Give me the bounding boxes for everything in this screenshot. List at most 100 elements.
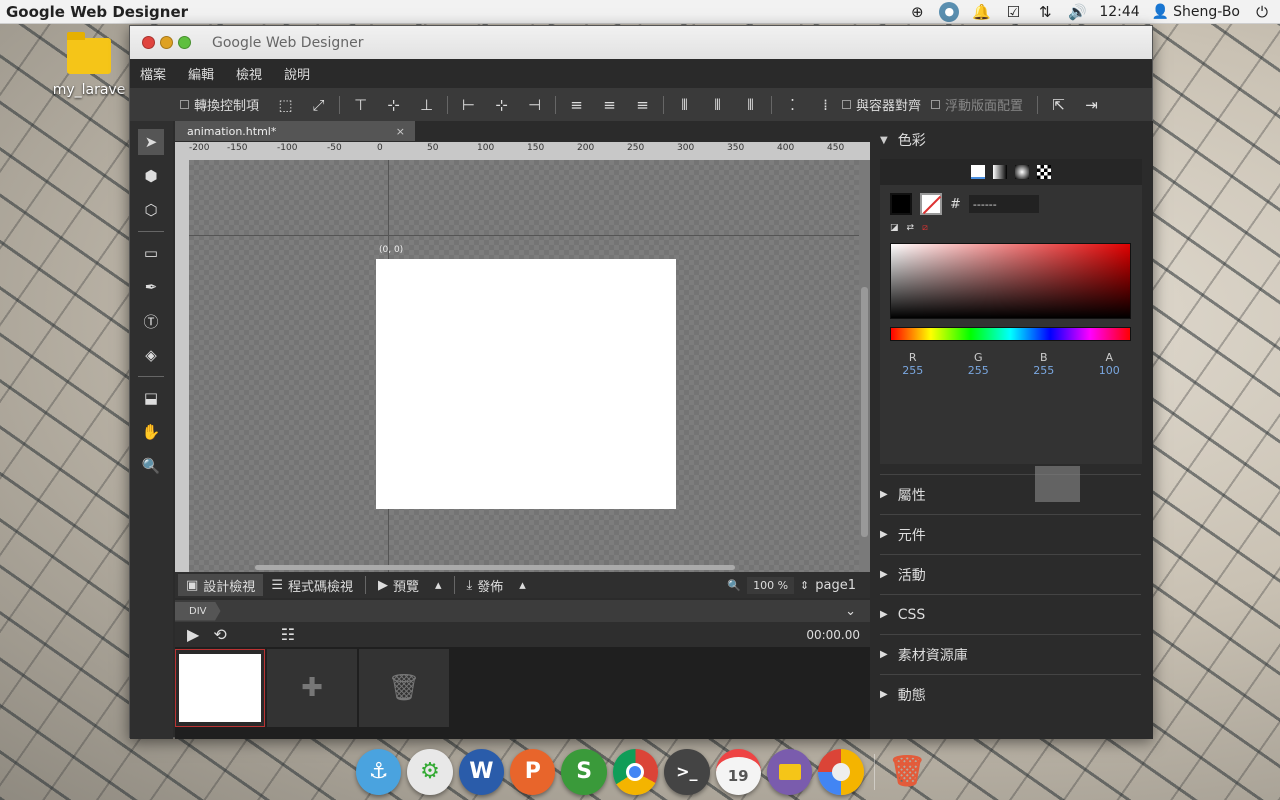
code-view-button[interactable]: ☰ 程式碼檢視: [263, 574, 361, 596]
align-top-icon[interactable]: ⊤: [344, 96, 377, 114]
section-css[interactable]: ▶ CSS: [880, 594, 1141, 634]
tag-tool-icon[interactable]: ▭: [138, 240, 164, 266]
power-icon[interactable]: ⏻: [1252, 2, 1272, 22]
section-properties[interactable]: ▶ 屬性: [880, 474, 1141, 514]
align-bottom-icon[interactable]: ⊥: [410, 96, 443, 114]
section-dynamic[interactable]: ▶ 動態: [880, 674, 1141, 714]
3d-translate-icon[interactable]: ⬓: [138, 385, 164, 411]
distribute-top-icon[interactable]: ≡: [560, 96, 593, 114]
chromium-icon[interactable]: [818, 748, 864, 795]
section-components[interactable]: ▶ 元件: [880, 514, 1141, 554]
play-icon[interactable]: ▶: [187, 625, 199, 644]
zoom-stepper-icon[interactable]: ⇕: [800, 579, 809, 592]
desktop-folder[interactable]: my_larave: [50, 32, 128, 98]
horizontal-scrollbar[interactable]: [255, 565, 735, 570]
distribute-center-icon[interactable]: ⫴: [701, 96, 734, 114]
distribute-h-icon[interactable]: ⁚: [776, 96, 809, 114]
float-layout-toggle[interactable]: 浮動版面配置: [931, 95, 1023, 114]
stroke-swatch[interactable]: [920, 193, 942, 215]
maximize-window-button[interactable]: [178, 36, 191, 49]
bell-icon[interactable]: 🔔: [971, 2, 991, 22]
settings-toggle-icon[interactable]: ⚙: [407, 748, 453, 795]
swap-colors-icon[interactable]: ⇄: [907, 223, 915, 233]
menu-file[interactable]: 檔案: [140, 64, 166, 83]
pen-tool-icon[interactable]: ✒: [138, 274, 164, 300]
zoom-input[interactable]: 100 %: [747, 576, 795, 594]
align-left-icon[interactable]: ⊢: [452, 96, 485, 114]
terminal-icon[interactable]: >_: [664, 748, 710, 795]
publish-button[interactable]: ⤓ 發佈: [459, 574, 512, 596]
distribute-right-icon[interactable]: ⫴: [734, 96, 767, 114]
delete-page-icon[interactable]: 🗑: [359, 649, 449, 727]
close-tab-icon[interactable]: ×: [396, 125, 405, 138]
distribute-bottom-icon[interactable]: ≡: [626, 96, 659, 114]
menu-edit[interactable]: 編輯: [188, 64, 214, 83]
collapse-timeline-icon[interactable]: ⌄: [845, 604, 856, 619]
menu-help[interactable]: 說明: [284, 64, 310, 83]
text-tool-icon[interactable]: Ⓣ: [138, 308, 164, 334]
wps-presentation-icon[interactable]: P: [510, 748, 556, 795]
chrome-icon[interactable]: [612, 748, 659, 795]
distribute-v-icon[interactable]: ⁞: [809, 96, 842, 114]
design-stage[interactable]: -200 -150 -100 -50 0 50 100 150 200 250 …: [175, 142, 870, 572]
3d-object-icon[interactable]: ⬢: [138, 163, 164, 189]
red-channel[interactable]: R 255: [902, 351, 923, 377]
saturation-picker[interactable]: [890, 243, 1131, 319]
align-to-container-toggle[interactable]: 與容器對齊: [842, 95, 921, 114]
color-section-header[interactable]: ▼ 色彩: [870, 121, 1153, 159]
preview-dropdown-icon[interactable]: ▴: [427, 574, 450, 596]
page-selector[interactable]: page1: [815, 578, 856, 593]
add-page-icon[interactable]: ✚: [267, 649, 357, 727]
timeline-mode-icon[interactable]: ☷: [281, 625, 295, 644]
hex-input[interactable]: ------: [968, 195, 1039, 213]
blue-channel[interactable]: B 255: [1033, 351, 1054, 377]
loop-icon[interactable]: ⟲: [213, 625, 226, 644]
3d-rotate-icon[interactable]: ⬡: [138, 197, 164, 223]
pattern-tab[interactable]: [1037, 165, 1051, 179]
preview-button[interactable]: ▶ 預覽: [370, 574, 427, 596]
solid-color-tab[interactable]: [971, 165, 985, 179]
wps-spreadsheet-icon[interactable]: S: [561, 748, 607, 795]
default-colors-icon[interactable]: ◪: [890, 223, 899, 233]
section-events[interactable]: ▶ 活動: [880, 554, 1141, 594]
clock[interactable]: 12:44: [1099, 4, 1139, 20]
collapse-panel-icon[interactable]: ⇥: [1075, 96, 1108, 114]
zoom-tool-icon[interactable]: 🔍: [138, 453, 164, 479]
section-asset-library[interactable]: ▶ 素材資源庫: [880, 634, 1141, 674]
element-tag[interactable]: DIV: [175, 601, 221, 621]
alpha-channel[interactable]: A 100: [1099, 351, 1120, 377]
bounding-box-icon[interactable]: ⬚: [269, 96, 302, 114]
align-middle-icon[interactable]: ⊹: [377, 96, 410, 114]
distribute-left-icon[interactable]: ⫴: [668, 96, 701, 114]
vertical-scrollbar[interactable]: [861, 287, 868, 537]
network-transfer-icon[interactable]: ⇅: [1035, 2, 1055, 22]
page-thumbnail[interactable]: [175, 649, 265, 727]
title-bar[interactable]: Google Web Designer: [130, 26, 1152, 59]
design-view-button[interactable]: ▣ 設計檢視: [178, 574, 264, 596]
clipboard-icon[interactable]: ☑: [1003, 2, 1023, 22]
volume-icon[interactable]: 🔊: [1067, 2, 1087, 22]
close-window-button[interactable]: [142, 36, 155, 49]
hue-slider[interactable]: [890, 327, 1131, 341]
export-icon[interactable]: ⇱: [1042, 96, 1075, 114]
files-icon[interactable]: [766, 748, 813, 795]
document-tab[interactable]: animation.html* ×: [175, 121, 415, 141]
anchor-icon[interactable]: ⚓: [356, 748, 402, 795]
radial-gradient-tab[interactable]: [1015, 165, 1029, 179]
location-icon[interactable]: ⊕: [907, 2, 927, 22]
page-canvas[interactable]: [376, 259, 676, 509]
publish-dropdown-icon[interactable]: ▴: [511, 574, 534, 596]
select-tool-icon[interactable]: ➤: [138, 129, 164, 155]
transform-controls-toggle[interactable]: 轉換控制項: [180, 95, 259, 114]
guide-line[interactable]: [189, 235, 859, 236]
align-right-icon[interactable]: ⊣: [518, 96, 551, 114]
trash-icon[interactable]: 🗑: [885, 749, 930, 795]
menu-view[interactable]: 檢視: [236, 64, 262, 83]
calendar-icon[interactable]: 19: [715, 748, 761, 795]
fill-swatch[interactable]: [890, 193, 912, 215]
wps-writer-icon[interactable]: W: [458, 748, 505, 795]
distribute-middle-icon[interactable]: ≡: [593, 96, 626, 114]
minimize-window-button[interactable]: [160, 36, 173, 49]
align-center-icon[interactable]: ⊹: [485, 96, 518, 114]
green-channel[interactable]: G 255: [968, 351, 989, 377]
